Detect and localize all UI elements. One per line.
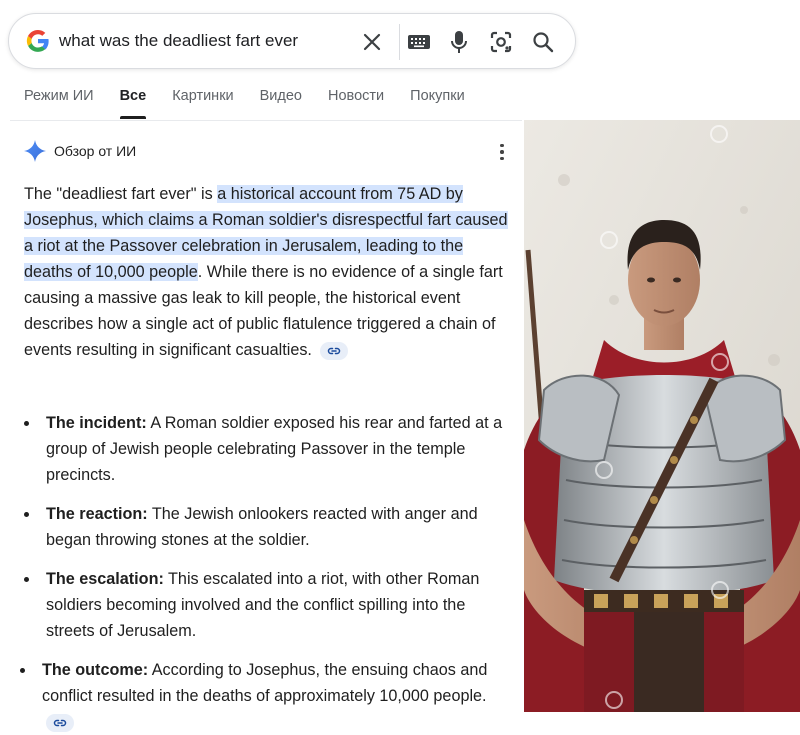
intro-text: The "deadliest fart ever" is: [24, 185, 218, 203]
ai-overview-header: Обзор от ИИ: [24, 140, 136, 162]
bullet-heading: The incident:: [46, 414, 147, 432]
voice-search-button[interactable]: [445, 28, 473, 56]
more-vert-icon: [500, 143, 504, 148]
google-logo-icon: [26, 29, 49, 52]
list-item: The escalation: This escalated into a ri…: [24, 566, 516, 644]
search-button[interactable]: [529, 28, 557, 56]
search-icon: [533, 32, 554, 53]
search-input[interactable]: what was the deadliest fart ever: [59, 31, 298, 51]
keyboard-button[interactable]: [405, 28, 433, 56]
bullet-heading: The reaction:: [46, 505, 148, 523]
tab-videos[interactable]: Видео: [260, 88, 302, 122]
source-link-button[interactable]: [320, 341, 349, 360]
mic-icon: [451, 31, 467, 53]
clear-button[interactable]: [359, 29, 385, 55]
ai-overview-text: The "deadliest fart ever" is a historica…: [24, 181, 516, 363]
roman-soldier-illustration: [524, 120, 800, 712]
search-divider: [399, 24, 400, 60]
ai-overview-bullets: The incident: A Roman soldier exposed hi…: [20, 410, 516, 735]
source-link-button[interactable]: [46, 713, 74, 732]
tab-all[interactable]: Все: [119, 88, 146, 122]
ai-overview-title: Обзор от ИИ: [54, 143, 137, 159]
gemini-sparkle-icon: [24, 140, 46, 162]
tab-shopping[interactable]: Покупки: [410, 88, 465, 122]
tab-news[interactable]: Новости: [328, 88, 384, 122]
search-tabs: Режим ИИ Все Картинки Видео Новости Поку…: [24, 88, 491, 122]
tab-ai-mode[interactable]: Режим ИИ: [24, 88, 94, 122]
list-item: The reaction: The Jewish onlookers react…: [24, 501, 516, 553]
link-icon: [53, 719, 67, 726]
link-icon: [328, 347, 341, 354]
camera-lens-icon: [490, 31, 512, 53]
list-item: The outcome: According to Josephus, the …: [20, 657, 516, 735]
close-icon: [363, 33, 381, 51]
bullet-heading: The escalation:: [46, 570, 164, 588]
lens-search-button[interactable]: [487, 28, 515, 56]
search-bar[interactable]: what was the deadliest fart ever: [8, 13, 576, 69]
keyboard-icon: [408, 35, 430, 49]
tabs-divider: [10, 120, 522, 121]
bullet-heading: The outcome:: [42, 661, 149, 679]
more-options-button[interactable]: [494, 142, 510, 162]
list-item: The incident: A Roman soldier exposed hi…: [24, 410, 516, 488]
roman-soldier-image[interactable]: [524, 120, 800, 712]
tab-images[interactable]: Картинки: [172, 88, 233, 122]
